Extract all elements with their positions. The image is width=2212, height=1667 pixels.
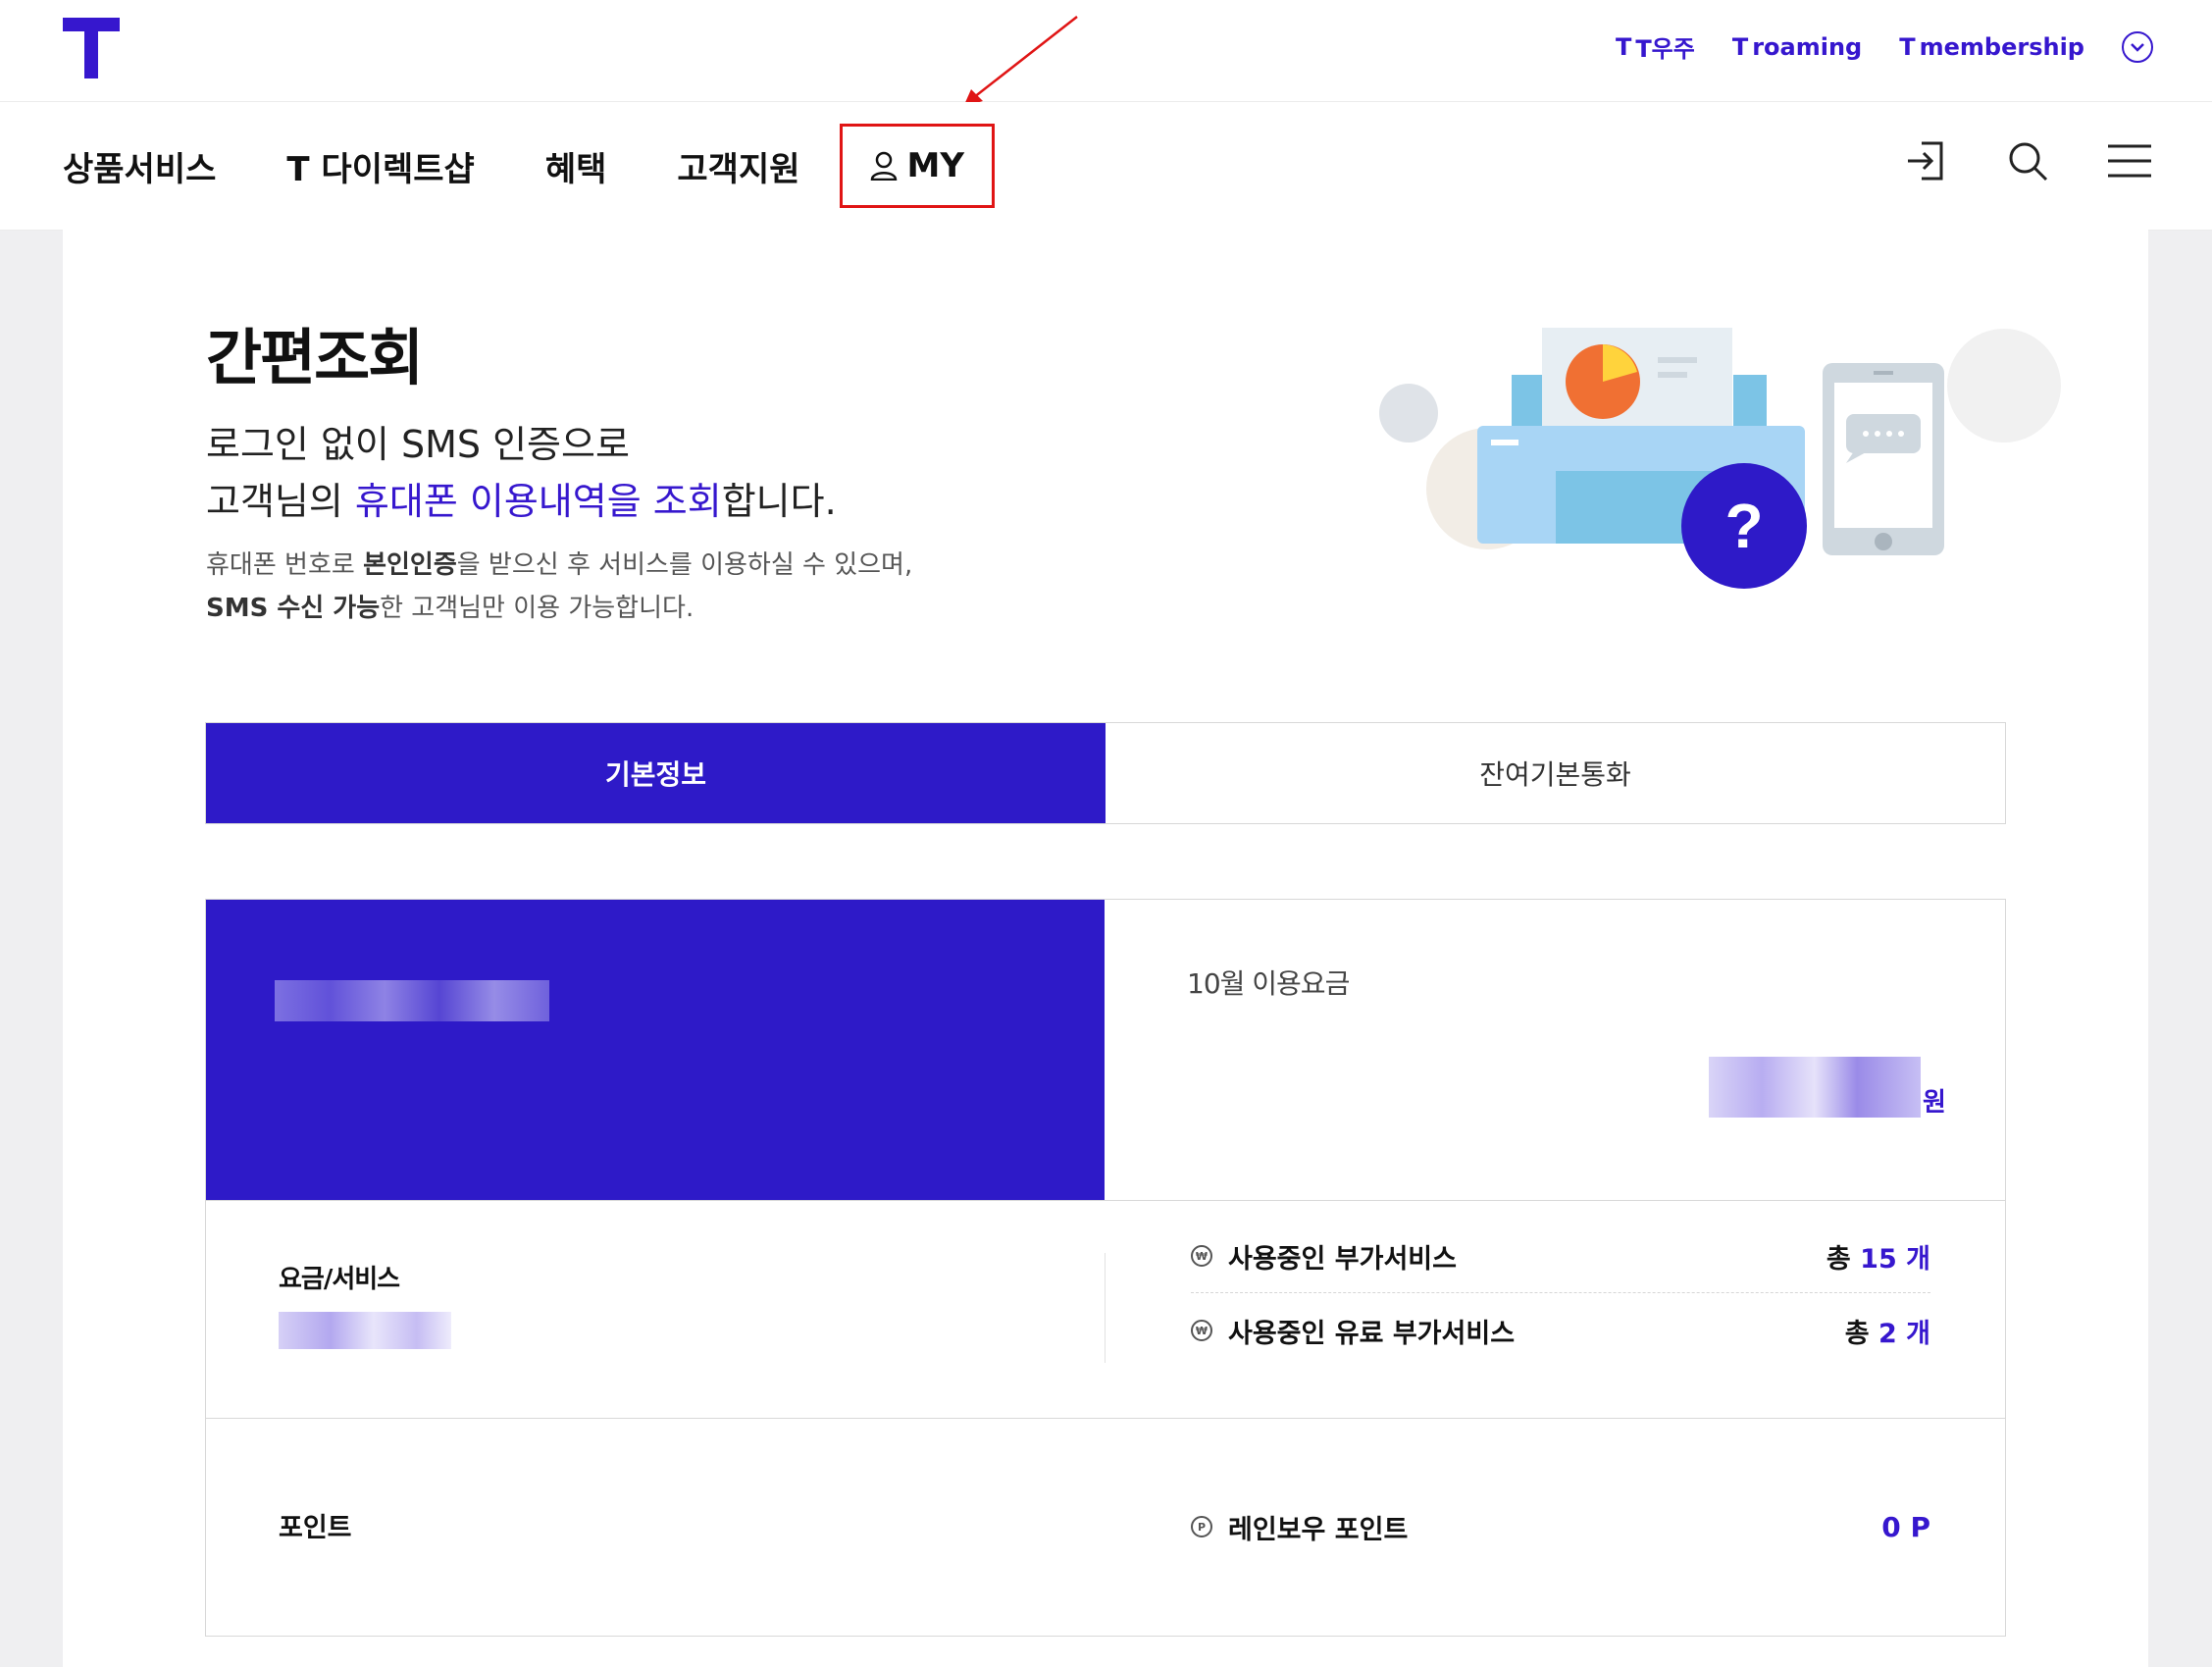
blurred-fee-amount bbox=[1709, 1057, 1921, 1118]
main-nav: 상품서비스 T 다이렉트샵 혜택 고객지원 MY bbox=[0, 102, 2212, 231]
nav-my[interactable]: MY bbox=[839, 124, 995, 208]
phone-number-panel bbox=[206, 900, 1105, 1200]
top-link-roaming[interactable]: Troaming bbox=[1732, 33, 1862, 61]
top-link-membership[interactable]: Tmembership bbox=[1899, 33, 2084, 61]
tab-remaining-calls[interactable]: 잔여기본통화 bbox=[1106, 723, 2005, 823]
addon-services-label: 사용중인 부가서비스 bbox=[1228, 1243, 1457, 1275]
addon-services-count: 총 15 개 bbox=[1826, 1243, 1930, 1275]
info-card: 10월 이용요금 원 요금/서비스 ₩ 사용중인 부가서비스 총 15 개 ₩ 사용… bbox=[205, 899, 2006, 1637]
info-tabs: 기본정보 잔여기본통화 bbox=[205, 722, 2006, 824]
rainbow-points-label: 레인보우 포인트 bbox=[1228, 1514, 1409, 1545]
points-label: 포인트 bbox=[279, 1513, 352, 1543]
monthly-fee-label: 10월 이용요금 bbox=[1187, 967, 1350, 1000]
top-link-universe[interactable]: T T우주 bbox=[1616, 29, 1695, 64]
plan-service-label: 요금/서비스 bbox=[279, 1265, 400, 1294]
hero-line-1: 로그인 없이 SMS 인증으로 bbox=[206, 423, 630, 466]
hero-line-2: 고객님의 휴대폰 이용내역을 조회합니다. bbox=[206, 480, 837, 523]
hero-description: 휴대폰 번호로 본인인증을 받으신 후 서비스를 이용하실 수 있으며, SMS… bbox=[206, 550, 913, 623]
won-icon: ₩ bbox=[1191, 1245, 1212, 1267]
hero-subtitle: 로그인 없이 SMS 인증으로 고객님의 휴대폰 이용내역을 조회합니다. bbox=[206, 416, 837, 530]
question-badge: ? bbox=[1724, 491, 1763, 561]
search-icon[interactable] bbox=[2004, 137, 2051, 184]
top-links: T T우주 Troaming Tmembership bbox=[1616, 29, 2153, 64]
nav-support[interactable]: 고객지원 bbox=[677, 142, 799, 190]
addon-services-row[interactable]: ₩ 사용중인 부가서비스 총 15 개 bbox=[1191, 1220, 1930, 1293]
tab-basic-info[interactable]: 기본정보 bbox=[206, 723, 1106, 823]
card-top: 10월 이용요금 원 bbox=[206, 900, 2005, 1201]
paid-addon-services-label: 사용중인 유료 부가서비스 bbox=[1228, 1318, 1516, 1349]
blurred-plan-name bbox=[279, 1312, 451, 1349]
menu-icon[interactable] bbox=[2106, 137, 2153, 184]
service-row: 요금/서비스 ₩ 사용중인 부가서비스 총 15 개 ₩ 사용중인 유료 부가서비스… bbox=[206, 1200, 2005, 1419]
won-icon: ₩ bbox=[1191, 1320, 1212, 1341]
user-icon bbox=[870, 151, 897, 181]
nav-my-label: MY bbox=[906, 146, 964, 185]
currency-unit: 원 bbox=[1923, 1088, 1946, 1118]
nav-direct-shop[interactable]: T 다이렉트샵 bbox=[286, 142, 474, 190]
rainbow-points-value: 0 P bbox=[1881, 1510, 1930, 1543]
divider bbox=[1105, 1253, 1106, 1363]
main-content: 간편조회 로그인 없이 SMS 인증으로 고객님의 휴대폰 이용내역을 조회합니… bbox=[63, 230, 2148, 1667]
nav-products[interactable]: 상품서비스 bbox=[63, 142, 216, 190]
annotation-arrow bbox=[963, 16, 1078, 107]
point-icon: P bbox=[1191, 1516, 1212, 1537]
blurred-phone-number bbox=[275, 980, 549, 1021]
t-logo[interactable] bbox=[63, 18, 120, 78]
paid-addon-services-row[interactable]: ₩ 사용중인 유료 부가서비스 총 2 개 bbox=[1191, 1294, 1930, 1367]
points-row: 포인트 P 레인보우 포인트 0 P bbox=[206, 1418, 2005, 1636]
rainbow-points-row[interactable]: P 레인보우 포인트 0 P bbox=[1191, 1490, 1930, 1563]
lookup-illustration: ? bbox=[1379, 328, 2061, 589]
paid-addon-services-count: 총 2 개 bbox=[1844, 1318, 1930, 1349]
page-title: 간편조회 bbox=[206, 322, 424, 393]
nav-benefits[interactable]: 혜택 bbox=[545, 142, 607, 190]
chevron-down-icon[interactable] bbox=[2122, 30, 2153, 63]
login-icon[interactable] bbox=[1902, 137, 1949, 184]
top-bar: T T우주 Troaming Tmembership bbox=[0, 0, 2212, 102]
